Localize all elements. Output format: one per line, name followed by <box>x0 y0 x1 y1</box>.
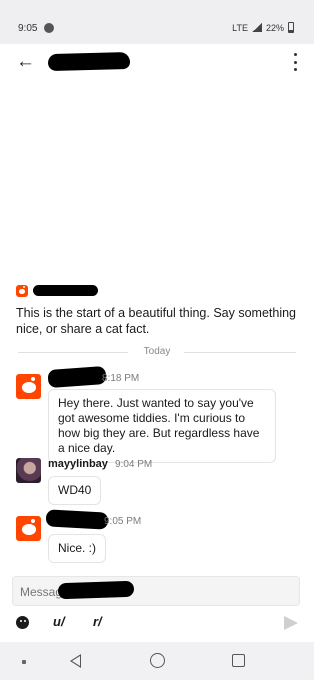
message-time: 8:18 PM <box>102 373 140 384</box>
message-avatar[interactable] <box>16 516 41 541</box>
message-avatar[interactable] <box>16 374 41 399</box>
nav-dot-icon[interactable] <box>22 660 26 664</box>
app-bar: ← <box>0 44 314 80</box>
redacted-sender-name <box>45 509 109 530</box>
signal-icon <box>251 23 262 32</box>
status-bar: 9:05 LTE 22% <box>0 0 314 44</box>
user-avatar[interactable] <box>16 458 41 483</box>
message-time: 9:05 PM <box>104 516 142 527</box>
sender-name[interactable]: mayylinbay <box>48 458 108 470</box>
status-time: 9:05 <box>18 23 38 34</box>
back-arrow-icon[interactable]: ← <box>16 52 35 71</box>
message-bubble: WD40 <box>48 476 102 505</box>
network-label: LTE <box>232 22 248 33</box>
nav-back-icon[interactable] <box>70 654 81 668</box>
battery-icon <box>288 22 294 33</box>
redacted-composer-text <box>57 580 135 600</box>
nav-home-icon[interactable] <box>150 653 165 668</box>
message-text: WD40 <box>58 483 92 497</box>
subreddit-mention-button[interactable]: r/ <box>93 614 102 629</box>
redacted-sender-name <box>47 365 107 389</box>
message-bubble: Hey there. Just wanted to say you've got… <box>48 389 276 463</box>
message-text: Hey there. Just wanted to say you've got… <box>58 396 260 455</box>
nav-recents-icon[interactable] <box>232 654 245 667</box>
intro-avatar <box>16 285 28 297</box>
message-composer[interactable] <box>12 576 300 606</box>
message-time: 9:04 PM <box>115 459 153 470</box>
message-text: Nice. :) <box>58 541 97 555</box>
message-bubble: Nice. :) <box>48 534 107 563</box>
status-indicators: LTE 22% <box>232 22 294 33</box>
notification-icon <box>44 23 54 33</box>
send-icon[interactable] <box>284 616 298 630</box>
user-mention-button[interactable]: u/ <box>53 614 65 629</box>
redacted-chat-title <box>47 51 131 72</box>
chat-intro-text: This is the start of a beautiful thing. … <box>16 306 297 336</box>
system-nav-bar <box>0 642 314 680</box>
battery-label: 22% <box>265 22 284 33</box>
redacted-intro-username <box>33 285 98 296</box>
emoji-icon[interactable] <box>16 616 29 629</box>
composer-toolbar: u/ r/ <box>0 612 314 638</box>
more-options-icon[interactable] <box>294 53 298 71</box>
date-divider-label: Today <box>143 346 171 357</box>
